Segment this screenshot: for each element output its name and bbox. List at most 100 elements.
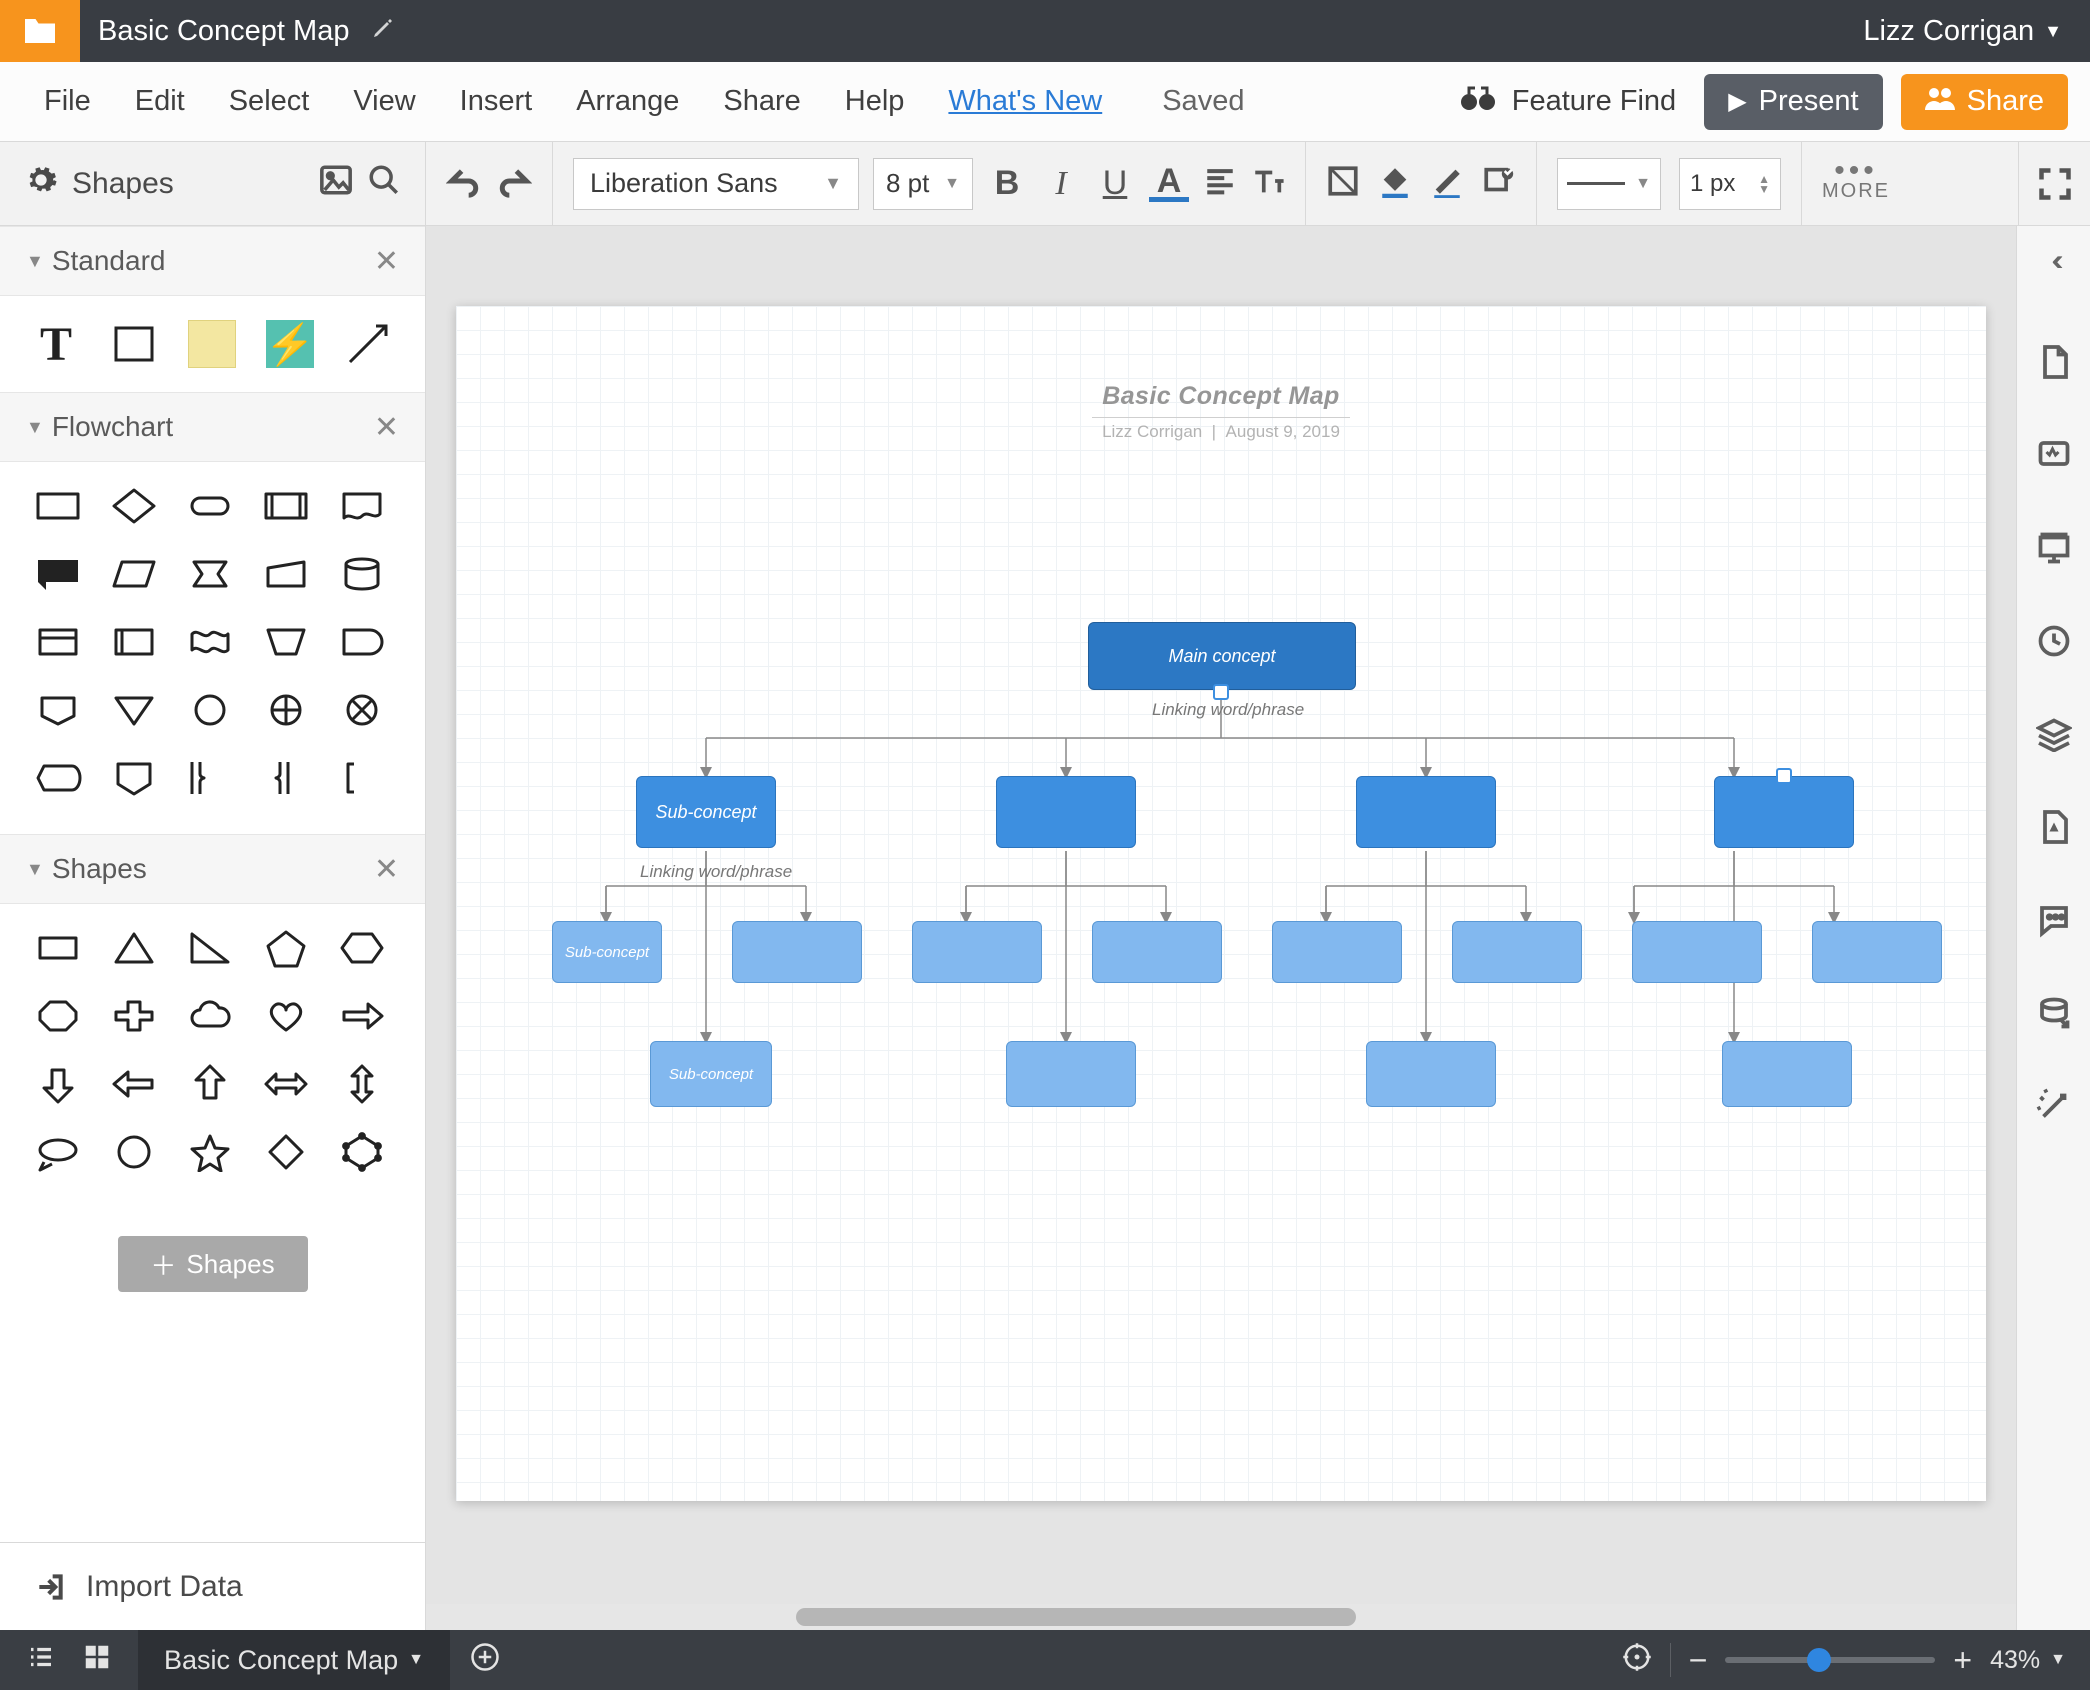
sh-rect[interactable] [26, 920, 90, 976]
fullscreen-button[interactable] [2018, 142, 2090, 225]
node-sub3-c[interactable] [1366, 1041, 1496, 1107]
fc-decision[interactable] [102, 478, 166, 534]
fc-tape[interactable] [178, 614, 242, 670]
list-view-icon[interactable] [26, 1642, 56, 1679]
fc-database[interactable] [330, 546, 394, 602]
target-icon[interactable] [1622, 1642, 1652, 1679]
fc-delay[interactable] [330, 614, 394, 670]
sh-circle2[interactable] [102, 1124, 166, 1180]
shape-options-icon[interactable] [1482, 164, 1516, 203]
master-page-icon[interactable] [2036, 809, 2072, 850]
menu-insert[interactable]: Insert [438, 85, 555, 118]
node-sub1-a[interactable]: Sub-concept [636, 776, 776, 848]
fc-offpage[interactable] [178, 546, 242, 602]
data-icon[interactable] [2036, 995, 2072, 1036]
node-sub2-c2[interactable] [1452, 921, 1582, 983]
present-button[interactable]: ▶ Present [1704, 74, 1882, 130]
document-page[interactable]: Basic Concept Map Lizz Corrigan | August… [456, 306, 1986, 1501]
magic-icon[interactable] [2036, 1088, 2072, 1129]
zoom-slider[interactable] [1725, 1657, 1935, 1663]
node-sub2-b2[interactable] [1092, 921, 1222, 983]
sh-star[interactable] [178, 1124, 242, 1180]
fc-terminator[interactable] [178, 478, 242, 534]
section-standard-header[interactable]: ▼Standard ✕ [0, 226, 425, 296]
zoom-slider-knob[interactable] [1807, 1648, 1831, 1672]
fc-bracket[interactable] [330, 750, 394, 806]
sh-arrow-ud[interactable] [330, 1056, 394, 1112]
menu-select[interactable]: Select [207, 85, 332, 118]
user-menu[interactable]: Lizz Corrigan ▼ [1835, 15, 2090, 48]
font-size-select[interactable]: 8 pt ▼ [873, 158, 973, 210]
node-sub3-a[interactable]: Sub-concept [650, 1041, 772, 1107]
menu-share[interactable]: Share [701, 85, 822, 118]
rect-tool[interactable] [104, 314, 164, 374]
chat-icon[interactable] [2036, 902, 2072, 943]
comment-icon[interactable] [2036, 437, 2072, 478]
close-icon[interactable]: ✕ [374, 852, 399, 887]
sh-arrow-down2[interactable] [26, 1056, 90, 1112]
fc-process[interactable] [26, 478, 90, 534]
zoom-in-button[interactable]: + [1953, 1642, 1972, 1679]
sticky-note-tool[interactable] [182, 314, 242, 374]
menu-arrange[interactable]: Arrange [554, 85, 701, 118]
feature-find[interactable]: Feature Find [1458, 84, 1704, 120]
sh-diamond[interactable] [254, 1124, 318, 1180]
sh-hexagon[interactable] [330, 920, 394, 976]
node-main-concept[interactable]: Main concept [1088, 622, 1356, 690]
line-color-icon[interactable] [1430, 164, 1464, 203]
zoom-out-button[interactable]: − [1689, 1642, 1708, 1679]
section-shapes-header[interactable]: ▼Shapes ✕ [0, 834, 425, 904]
node-sub2-d2[interactable] [1812, 921, 1942, 983]
fc-summing[interactable] [254, 682, 318, 738]
shape-outline-icon[interactable] [1326, 164, 1360, 203]
sh-cloud[interactable] [178, 988, 242, 1044]
fc-predefined[interactable] [254, 478, 318, 534]
fc-manual-op[interactable] [254, 614, 318, 670]
redo-icon[interactable] [498, 164, 532, 203]
fc-offpage2[interactable] [102, 750, 166, 806]
align-icon[interactable] [1203, 164, 1237, 203]
menu-help[interactable]: Help [823, 85, 927, 118]
sh-callout[interactable] [26, 1124, 90, 1180]
menu-edit[interactable]: Edit [113, 85, 207, 118]
menu-file[interactable]: File [22, 85, 113, 118]
smart-tool[interactable]: ⚡ [260, 314, 320, 374]
node-sub2-b1[interactable] [912, 921, 1042, 983]
sh-right-triangle[interactable] [178, 920, 242, 976]
node-sub1-b[interactable] [996, 776, 1136, 848]
image-icon[interactable] [319, 163, 353, 205]
fc-internal-storage[interactable] [26, 614, 90, 670]
fc-manual-input[interactable] [254, 546, 318, 602]
node-sub1-c[interactable] [1356, 776, 1496, 848]
fc-display[interactable] [26, 750, 90, 806]
fc-merge[interactable] [102, 682, 166, 738]
grid-view-icon[interactable] [82, 1642, 112, 1679]
node-sub2-a2[interactable] [732, 921, 862, 983]
layers-icon[interactable] [2036, 716, 2072, 757]
zoom-percent[interactable]: 43% ▼ [1990, 1646, 2066, 1675]
horizontal-scrollbar[interactable] [426, 1604, 2016, 1630]
sh-arrow-left[interactable] [102, 1056, 166, 1112]
sh-arrow-lr[interactable] [254, 1056, 318, 1112]
node-sub2-c1[interactable] [1272, 921, 1402, 983]
fc-display2[interactable] [26, 682, 90, 738]
sh-arrow-up[interactable] [178, 1056, 242, 1112]
line-width-select[interactable]: 1 px ▲▼ [1679, 158, 1781, 210]
sh-heart[interactable] [254, 988, 318, 1044]
canvas-area[interactable]: Basic Concept Map Lizz Corrigan | August… [426, 226, 2016, 1630]
menu-whats-new[interactable]: What's New [926, 85, 1124, 118]
node-sub3-b[interactable] [1006, 1041, 1136, 1107]
undo-icon[interactable] [446, 164, 480, 203]
document-title[interactable]: Basic Concept Map [80, 15, 367, 48]
folder-icon[interactable] [0, 0, 80, 62]
more-shapes-button[interactable]: ＋ Shapes [118, 1236, 308, 1292]
section-flowchart-header[interactable]: ▼Flowchart ✕ [0, 392, 425, 462]
fc-document[interactable] [330, 478, 394, 534]
sh-triangle[interactable] [102, 920, 166, 976]
node-sub1-d[interactable] [1714, 776, 1854, 848]
sh-octagon[interactable] [26, 988, 90, 1044]
page-tab[interactable]: Basic Concept Map ▼ [138, 1630, 450, 1690]
fc-note[interactable] [26, 546, 90, 602]
text-color-button[interactable]: A [1149, 166, 1189, 202]
line-style-select[interactable]: ▼ [1557, 158, 1661, 210]
